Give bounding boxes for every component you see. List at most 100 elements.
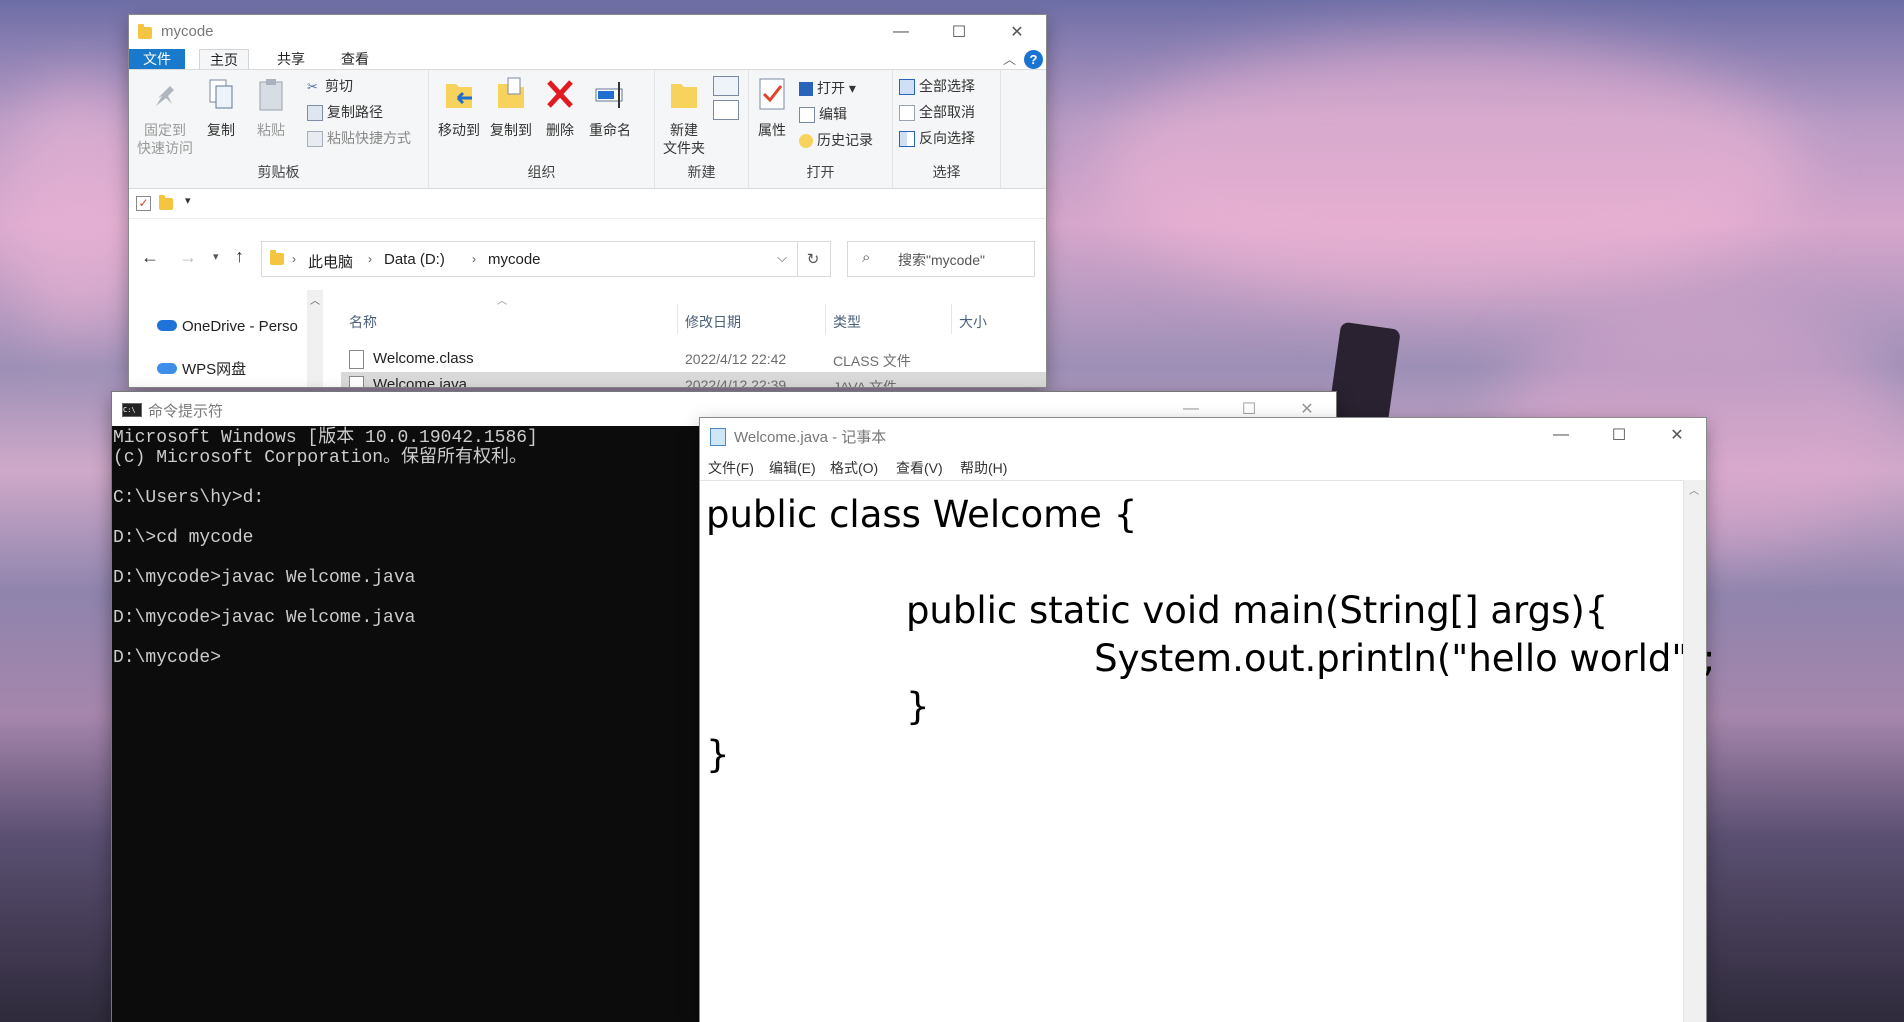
easy-access-icon[interactable] — [713, 100, 739, 120]
minimize-button[interactable]: — — [1532, 418, 1590, 452]
new-item-icon[interactable] — [713, 76, 739, 96]
tab-home[interactable]: 主页 — [199, 49, 249, 70]
group-label-organize: 组织 — [527, 164, 556, 180]
help-icon[interactable]: ? — [1024, 50, 1043, 69]
paste-shortcut-button[interactable]: 粘贴快捷方式 — [307, 128, 411, 148]
pin-icon — [156, 86, 174, 106]
cmd-title: 命令提示符 — [148, 403, 224, 420]
group-label-open: 打开 — [806, 164, 835, 180]
history-icon — [799, 134, 813, 149]
new-folder-button[interactable]: 新建 文件夹 — [659, 76, 709, 157]
group-new: 新建 文件夹 新建 — [655, 70, 749, 188]
close-button[interactable]: ✕ — [988, 15, 1046, 49]
breadcrumb-this-pc[interactable]: 此电脑 — [308, 251, 353, 272]
nav-item-onedrive[interactable]: OneDrive - Perso — [157, 318, 321, 335]
select-none-icon — [899, 105, 915, 122]
file-type: CLASS 文件 — [833, 353, 911, 369]
menu-file[interactable]: 文件(F) — [708, 458, 754, 478]
menu-view[interactable]: 查看(V) — [896, 458, 943, 478]
nav-scrollbar[interactable]: ︿ — [307, 290, 323, 387]
close-button[interactable]: ✕ — [1648, 418, 1706, 452]
delete-button[interactable]: 删除 — [541, 76, 579, 139]
forward-arrow-icon[interactable]: → — [179, 247, 197, 268]
group-select: 全部选择 全部取消 反向选择 选择 — [893, 70, 1001, 188]
group-label-select: 选择 — [932, 164, 961, 180]
column-header-size[interactable]: 大小 — [959, 312, 987, 332]
file-date: 2022/4/12 22:39 — [685, 377, 787, 387]
quick-access-toolbar: ✓ ▾ — [129, 188, 1046, 219]
file-icon — [349, 350, 364, 369]
explorer-titlebar: mycode — ☐ ✕ — [129, 15, 1046, 49]
scroll-up-icon[interactable]: ︿ — [310, 292, 320, 307]
file-type: JAVA 文件 — [833, 379, 898, 387]
folder-icon[interactable] — [159, 195, 173, 210]
rename-icon — [595, 82, 623, 108]
move-to-button[interactable]: 移动到 — [435, 76, 483, 139]
checkbox-icon[interactable]: ✓ — [136, 196, 151, 211]
open-icon — [799, 82, 813, 97]
invert-selection-button[interactable]: 反向选择 — [899, 128, 975, 148]
menu-help[interactable]: 帮助(H) — [960, 458, 1007, 478]
copy-path-button[interactable]: 复制路径 — [307, 102, 383, 122]
tab-file[interactable]: 文件 — [129, 49, 185, 69]
maximize-button[interactable]: ☐ — [930, 15, 988, 49]
column-divider[interactable] — [825, 304, 826, 334]
select-all-button[interactable]: 全部选择 — [899, 76, 975, 96]
group-label-new: 新建 — [687, 164, 716, 180]
notepad-window: Welcome.java - 记事本 — ☐ ✕ 文件(F) 编辑(E) 格式(… — [700, 418, 1715, 1022]
search-placeholder: 搜索"mycode" — [898, 252, 985, 268]
ribbon: 固定到 快速访问 复制 粘贴 ✂剪切 复制路径 粘贴快捷方式 剪贴板 移动到 — [129, 69, 1046, 189]
nav-item-wps[interactable]: WPS网盘 — [157, 358, 246, 379]
breadcrumb-folder[interactable]: mycode — [488, 251, 541, 268]
collapse-ribbon-icon[interactable]: ︿ — [1003, 49, 1016, 68]
history-button[interactable]: 历史记录 — [799, 130, 873, 150]
up-arrow-icon[interactable]: ↑ — [235, 246, 244, 267]
column-header-name[interactable]: 名称 — [349, 312, 377, 332]
menu-edit[interactable]: 编辑(E) — [769, 458, 816, 478]
file-row[interactable]: Welcome.class 2022/4/12 22:42 CLASS 文件 — [341, 346, 1046, 372]
column-header-date[interactable]: 修改日期 — [685, 312, 741, 332]
file-explorer-window: mycode — ☐ ✕ 文件 主页 共享 查看 ︿ ? 固定到 快速访问 复制… — [129, 15, 1046, 387]
copy-to-button[interactable]: 复制到 — [487, 76, 535, 139]
cut-button[interactable]: ✂ 剪切 — [307, 76, 353, 96]
breadcrumb-drive[interactable]: Data (D:) — [384, 251, 445, 268]
properties-button[interactable]: 属性 — [753, 76, 791, 139]
chevron-right-icon: › — [368, 252, 372, 266]
group-organize: 移动到 复制到 删除 重命名 组织 — [429, 70, 655, 188]
column-header-type[interactable]: 类型 — [833, 312, 861, 332]
chevron-down-icon[interactable]: ⌵ — [777, 250, 787, 266]
refresh-button[interactable]: ↻ — [796, 241, 831, 277]
select-none-button[interactable]: 全部取消 — [899, 102, 975, 122]
recent-locations-icon[interactable]: ▾ — [213, 250, 219, 263]
column-divider[interactable] — [951, 304, 952, 334]
properties-icon — [759, 78, 785, 110]
copy-icon — [209, 79, 233, 109]
group-label-clipboard: 剪贴板 — [257, 164, 300, 180]
column-divider[interactable] — [677, 304, 678, 334]
back-arrow-icon[interactable]: ← — [141, 247, 159, 268]
notepad-text-area[interactable]: public class Welcome { public static voi… — [700, 480, 1715, 1022]
file-row-selected[interactable]: Welcome.java 2022/4/12 22:39 JAVA 文件 — [341, 372, 1046, 387]
edit-button[interactable]: 编辑 — [799, 104, 847, 124]
vertical-scrollbar[interactable]: ︿ — [1683, 480, 1706, 1022]
paste-button[interactable]: 粘贴 — [249, 76, 293, 139]
cloud-icon — [157, 320, 177, 331]
customize-toolbar-icon[interactable]: ▾ — [185, 194, 191, 207]
invert-selection-icon — [899, 131, 915, 148]
search-box[interactable]: ⌕ 搜索"mycode" — [847, 241, 1035, 277]
copy-button[interactable]: 复制 — [199, 76, 243, 139]
wallpaper-cloud — [1100, 40, 1800, 300]
delete-icon — [547, 80, 573, 108]
menu-format[interactable]: 格式(O) — [830, 458, 878, 478]
pin-quick-access-button[interactable]: 固定到 快速访问 — [135, 76, 195, 157]
minimize-button[interactable]: — — [872, 15, 930, 49]
rename-button[interactable]: 重命名 — [585, 76, 635, 139]
tab-view[interactable]: 查看 — [331, 49, 379, 69]
scroll-up-icon[interactable]: ︿ — [1689, 482, 1699, 497]
open-button[interactable]: 打开 ▾ — [799, 78, 856, 98]
tab-share[interactable]: 共享 — [267, 49, 315, 69]
maximize-button[interactable]: ☐ — [1590, 418, 1648, 452]
edit-icon — [799, 107, 815, 124]
file-date: 2022/4/12 22:42 — [685, 351, 787, 367]
address-bar[interactable]: › 此电脑 › Data (D:) › mycode ⌵ — [261, 241, 798, 277]
